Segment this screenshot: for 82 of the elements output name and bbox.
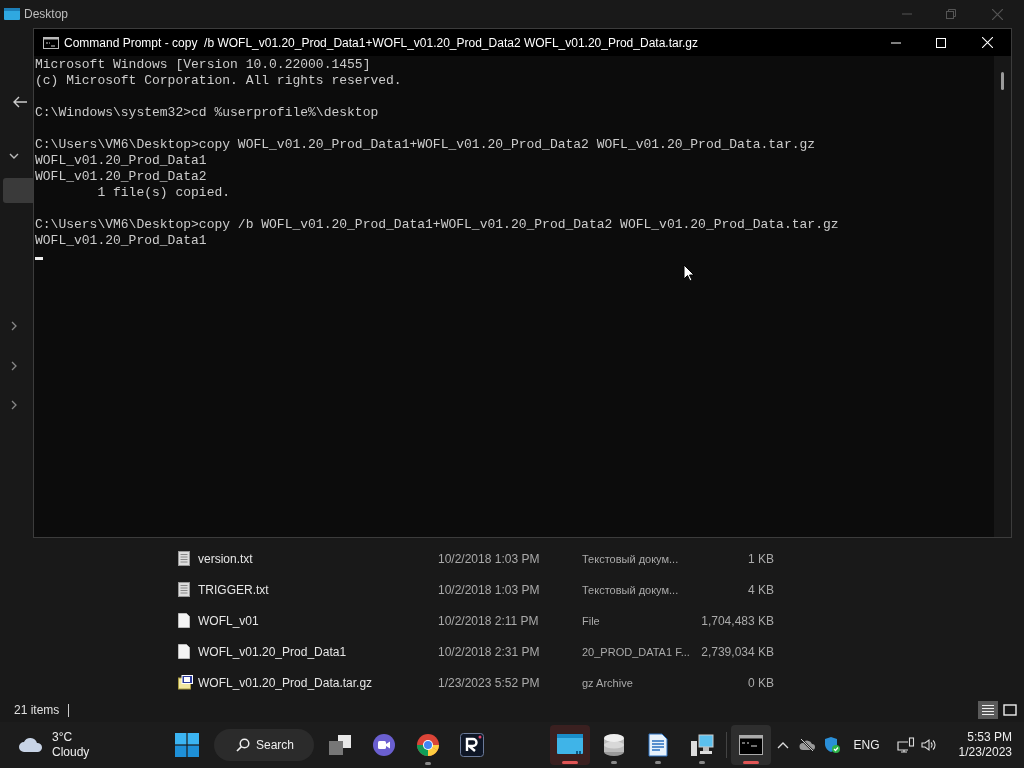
search-button[interactable]: Search	[214, 729, 314, 761]
console-line: Microsoft Windows [Version 10.0.22000.1455]	[34, 57, 371, 73]
details-view-button[interactable]	[978, 701, 998, 719]
window-icon	[557, 734, 583, 756]
file-row[interactable]: TRIGGER.txt 10/2/2018 1:03 PM Текстовый докум... 4 KB	[178, 574, 1024, 605]
size-cell: 0 KB	[748, 675, 774, 690]
text-cursor	[35, 257, 43, 260]
date-cell-text: 10/2/2018 2:31 PM	[438, 643, 541, 661]
browser-icon[interactable]	[416, 733, 440, 757]
text-file-icon	[178, 582, 190, 597]
file-name: TRIGGER.txt	[198, 581, 270, 599]
back-arrow-icon[interactable]	[13, 96, 27, 108]
date-cell-text: 10/2/2018 2:11 PM	[438, 612, 540, 630]
task-view-icon[interactable]	[328, 734, 352, 756]
archive-file-icon	[178, 675, 193, 690]
type-cell: gz Archive	[582, 676, 633, 689]
taskbar-app-button[interactable]	[731, 725, 771, 765]
chevron-right-icon[interactable]	[11, 361, 18, 371]
list-icon	[981, 704, 995, 716]
document-icon	[648, 733, 668, 757]
database-icon	[603, 733, 625, 757]
search-icon	[236, 738, 250, 752]
start-icon[interactable]	[175, 733, 199, 757]
file-name: WOFL_v01	[198, 612, 260, 630]
file-icon	[178, 613, 190, 628]
chevron-right-icon[interactable]	[11, 400, 18, 410]
date-cell-text: 10/2/2018 1:03 PM	[438, 581, 541, 599]
type-cell: Текстовый докум...	[582, 552, 679, 565]
cloud-icon[interactable]	[18, 737, 44, 753]
file-row[interactable]: WOFL_v01.20_Prod_Data1 10/2/2018 2:31 PM 20_PROD_DATA1 F... 2,739,034 KB	[178, 636, 1024, 667]
size-cell: 1,704,483 KB	[701, 613, 774, 628]
terminal-icon	[739, 735, 763, 755]
file-row[interactable]: version.txt 10/2/2018 1:03 PM Текстовый докум... 1 KB	[178, 543, 1024, 574]
size-cell: 4 KB	[748, 582, 774, 597]
maximize-icon[interactable]	[936, 37, 946, 48]
console-line: C:\Users\VM6\Desktop>copy WOFL_v01.20_Prod_Data1+WOFL_v01.20_Prod_Data2 WOFL_v01.20_Prod_Data.tar.gz	[34, 137, 816, 153]
tiles-view-button[interactable]	[1000, 701, 1020, 719]
console-line: 1 file(s) copied.	[96, 185, 231, 201]
window-title: Desktop	[24, 6, 69, 23]
app-icon[interactable]	[460, 733, 484, 757]
console-line: WOFL_v01.20_Prod_Data1	[34, 153, 207, 169]
console-line: C:\Users\VM6\Desktop>copy /b WOFL_v01.20_Prod_Data1+WOFL_v01.20_Prod_Data2 WOFL_v01.20_Prod_Data.tar.gz	[34, 217, 839, 233]
console-line: C:\Windows\system32>cd %userprofile%\desktop	[34, 105, 379, 121]
network-icon[interactable]	[896, 737, 915, 753]
file-name: WOFL_v01.20_Prod_Data1	[198, 643, 348, 661]
temperature-text: 3°C	[52, 730, 74, 745]
window-title: Command Prompt - copy /b WOFL_v01.20_Prod_Data1+WOFL_v01.20_Prod_Data2 WOFL_v01.20_Prod_Data.tar.gz	[64, 34, 698, 52]
scrollbar[interactable]	[994, 56, 1011, 537]
tile-icon	[1003, 704, 1017, 716]
type-cell: File	[582, 614, 600, 627]
file-name: WOFL_v01.20_Prod_Data.tar.gz	[198, 674, 374, 692]
status-text: 21 items	[14, 702, 60, 719]
console-line: (c) Microsoft Corporation. All rights reserved.	[34, 73, 402, 89]
chevron-down-icon[interactable]	[9, 153, 19, 160]
type-cell: Текстовый докум...	[582, 583, 679, 596]
console-line: WOFL_v01.20_Prod_Data2	[34, 169, 207, 185]
chevron-right-icon[interactable]	[11, 321, 18, 331]
terminal-icon	[43, 36, 59, 49]
weather-text: Cloudy	[52, 745, 90, 760]
file-row[interactable]: WOFL_v01 10/2/2018 2:11 PM File 1,704,483 KB	[178, 605, 1024, 636]
size-cell: 1 KB	[748, 551, 774, 566]
date-cell-text: 10/2/2018 1:03 PM	[438, 550, 541, 568]
video-chat-icon[interactable]	[372, 733, 396, 757]
size-cell: 2,739,034 KB	[701, 644, 774, 659]
cloud-off-icon[interactable]	[798, 738, 815, 752]
date-cell-text: 1/23/2023 5:52 PM	[438, 674, 541, 692]
mouse-pointer-icon	[683, 264, 695, 282]
file-name: version.txt	[198, 550, 254, 568]
clock-time[interactable]: 5:53 PM	[967, 730, 1012, 745]
language-indicator[interactable]: ENG	[853, 736, 880, 754]
file-icon	[178, 644, 190, 659]
clock-date[interactable]: 1/23/2023	[958, 745, 1012, 760]
console-line: WOFL_v01.20_Prod_Data1	[34, 233, 207, 249]
file-row[interactable]: WOFL_v01.20_Prod_Data.tar.gz 1/23/2023 5:52 PM gz Archive 0 KB	[178, 667, 1024, 698]
text-file-icon	[178, 551, 190, 566]
computer-icon	[690, 733, 714, 757]
chevron-up-icon[interactable]	[776, 741, 789, 749]
type-cell: 20_PROD_DATA1 F...	[582, 645, 690, 658]
folder-icon	[4, 7, 20, 21]
shield-icon[interactable]	[823, 736, 840, 754]
taskbar-app-button[interactable]	[550, 725, 590, 765]
volume-icon[interactable]	[920, 738, 937, 752]
